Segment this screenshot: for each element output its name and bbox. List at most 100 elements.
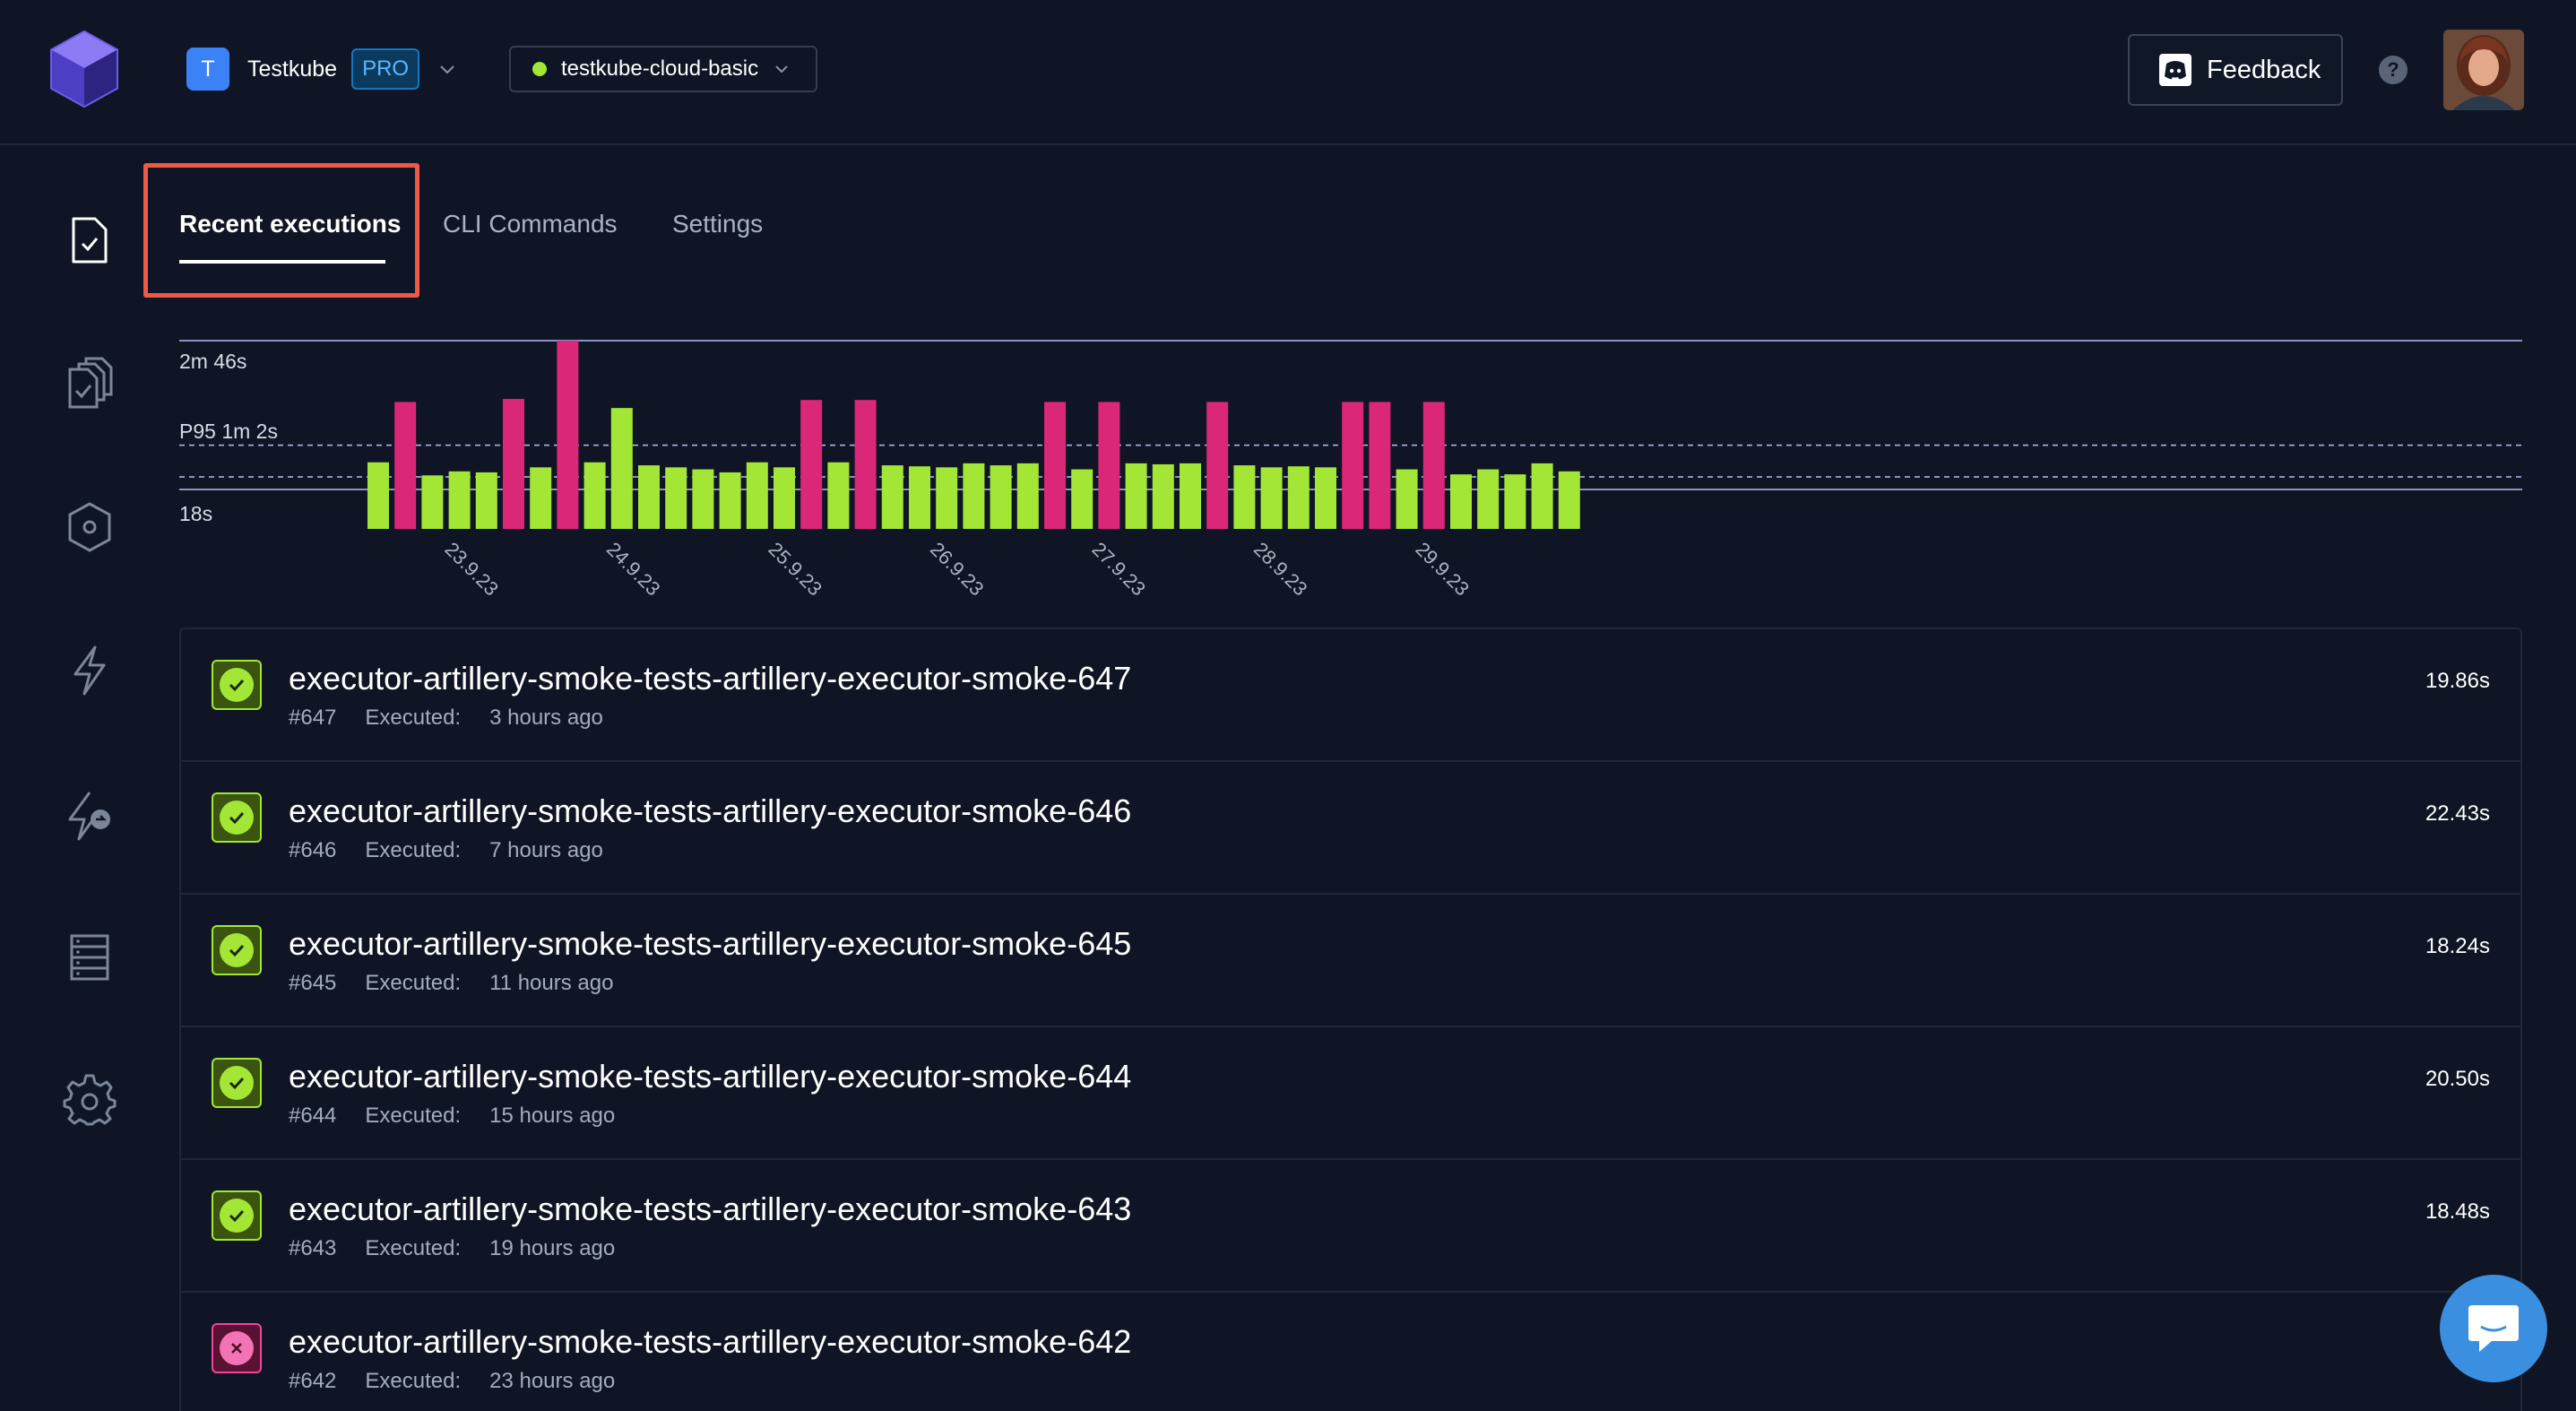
- webhook-lightning-icon[interactable]: [63, 789, 117, 843]
- executed-time: 7 hours ago: [489, 838, 603, 862]
- settings-gear-icon[interactable]: [63, 1074, 117, 1128]
- execution-name[interactable]: executor-artillery-smoke-tests-artillery…: [289, 792, 1131, 830]
- execution-name[interactable]: executor-artillery-smoke-tests-artillery…: [289, 1058, 1131, 1095]
- executed-label: Executed:: [365, 1369, 462, 1393]
- chart-bar-failed[interactable]: [854, 400, 877, 529]
- execution-row[interactable]: executor-artillery-smoke-tests-artillery…: [181, 1293, 2520, 1411]
- status-badge-passed: [212, 925, 262, 975]
- x-tick-label: 23.9.23: [440, 538, 503, 601]
- trigger-lightning-icon[interactable]: [63, 644, 117, 697]
- chart-bar-passed[interactable]: [583, 462, 606, 529]
- feedback-button[interactable]: Feedback: [2128, 34, 2343, 106]
- environment-selector[interactable]: testkube-cloud-basic: [509, 46, 817, 92]
- chart-bar-passed[interactable]: [692, 469, 714, 529]
- status-dot: [220, 801, 254, 835]
- chart-bar-passed[interactable]: [1125, 463, 1147, 529]
- execution-name[interactable]: executor-artillery-smoke-tests-artillery…: [289, 1323, 1131, 1361]
- chart-bar-passed[interactable]: [448, 471, 471, 529]
- discord-icon: [2159, 54, 2191, 86]
- y-label-max: 2m 46s: [179, 350, 247, 373]
- organization-switcher[interactable]: T Testkube PRO: [186, 48, 457, 91]
- executor-shield-icon[interactable]: [63, 500, 117, 554]
- chart-bar-passed[interactable]: [990, 465, 1012, 529]
- chart-bar-passed[interactable]: [1016, 463, 1039, 529]
- chart-bar-passed[interactable]: [774, 467, 795, 529]
- active-tab-underline: [179, 260, 385, 264]
- tab-settings[interactable]: Settings: [672, 210, 763, 238]
- chart-bar-passed[interactable]: [610, 408, 633, 529]
- execution-name[interactable]: executor-artillery-smoke-tests-artillery…: [289, 1190, 1131, 1228]
- execution-row[interactable]: executor-artillery-smoke-tests-artillery…: [181, 1027, 2520, 1160]
- check-icon: [229, 811, 245, 825]
- chart-bar-passed[interactable]: [1396, 469, 1418, 529]
- chart-bar-passed[interactable]: [827, 462, 850, 529]
- chart-bar-passed[interactable]: [746, 462, 768, 529]
- execution-number: #644: [289, 1104, 337, 1128]
- chat-support-button[interactable]: [2440, 1275, 2547, 1382]
- status-dot: [220, 1331, 254, 1365]
- sources-server-icon[interactable]: [63, 931, 117, 984]
- execution-row[interactable]: executor-artillery-smoke-tests-artillery…: [181, 762, 2520, 895]
- testkube-logo-icon[interactable]: [48, 30, 120, 108]
- chart-bar-passed[interactable]: [719, 472, 741, 529]
- execution-row[interactable]: executor-artillery-smoke-tests-artillery…: [181, 629, 2520, 762]
- chart-bar-passed[interactable]: [881, 465, 903, 529]
- test-suites-icon[interactable]: [63, 355, 117, 409]
- chart-bar-passed[interactable]: [909, 466, 930, 529]
- execution-name[interactable]: executor-artillery-smoke-tests-artillery…: [289, 660, 1131, 697]
- chart-bar-passed[interactable]: [1558, 471, 1580, 529]
- chart-bar-passed[interactable]: [963, 463, 985, 529]
- chart-bar-passed[interactable]: [1287, 466, 1310, 529]
- chart-bar-passed[interactable]: [1531, 463, 1553, 529]
- chevron-down-icon: [440, 65, 454, 74]
- chart-bar-passed[interactable]: [1180, 463, 1201, 529]
- chart-bar-passed[interactable]: [1152, 463, 1174, 529]
- executed-label: Executed:: [365, 838, 462, 862]
- execution-row[interactable]: executor-artillery-smoke-tests-artillery…: [181, 1160, 2520, 1293]
- check-icon: [229, 1077, 245, 1090]
- chart-bar-passed[interactable]: [1315, 467, 1336, 529]
- chart-bar-failed[interactable]: [1098, 402, 1120, 529]
- execution-duration: 22.43s: [2425, 801, 2490, 826]
- chart-bar-passed[interactable]: [665, 467, 687, 529]
- chevron-down-icon: [775, 65, 788, 74]
- status-dot: [220, 933, 254, 967]
- chart-bar-passed[interactable]: [421, 475, 444, 529]
- chart-bar-failed[interactable]: [394, 402, 417, 529]
- execution-meta: #645 Executed: 11 hours ago: [289, 971, 613, 996]
- chart-bar-passed[interactable]: [1477, 469, 1500, 529]
- org-name: Testkube: [247, 56, 338, 82]
- user-avatar[interactable]: [2443, 30, 2524, 110]
- chart-bar-failed[interactable]: [1044, 402, 1066, 529]
- chart-bar-passed[interactable]: [475, 472, 497, 529]
- chart-bar-failed[interactable]: [800, 400, 823, 529]
- execution-duration: 18.48s: [2425, 1199, 2490, 1224]
- x-tick-label: 25.9.23: [764, 538, 826, 601]
- chart-bar-failed[interactable]: [1342, 402, 1364, 529]
- chart-bar-failed[interactable]: [557, 341, 579, 529]
- chart-bar-passed[interactable]: [1450, 474, 1472, 529]
- tab-label: Recent executions: [179, 210, 402, 238]
- execution-name[interactable]: executor-artillery-smoke-tests-artillery…: [289, 925, 1131, 963]
- chart-bar-passed[interactable]: [638, 465, 660, 529]
- test-file-icon[interactable]: [63, 213, 117, 267]
- chart-bar-passed[interactable]: [1260, 467, 1283, 529]
- chart-bar-failed[interactable]: [1206, 402, 1229, 529]
- chart-bar-passed[interactable]: [367, 462, 389, 529]
- chart-bar-failed[interactable]: [503, 399, 524, 529]
- tab-cli-commands[interactable]: CLI Commands: [443, 210, 618, 238]
- chart-bar-passed[interactable]: [1233, 465, 1256, 529]
- chart-bar-failed[interactable]: [1369, 402, 1391, 529]
- execution-number: #643: [289, 1236, 337, 1260]
- chart-bar-failed[interactable]: [1422, 402, 1445, 529]
- help-icon[interactable]: ?: [2379, 56, 2407, 84]
- status-badge-passed: [212, 792, 262, 843]
- status-badge-passed: [212, 660, 262, 710]
- chart-bar-passed[interactable]: [936, 467, 958, 529]
- chart-bar-passed[interactable]: [1071, 469, 1094, 529]
- chart-bar-passed[interactable]: [530, 467, 552, 529]
- execution-row[interactable]: executor-artillery-smoke-tests-artillery…: [181, 895, 2520, 1027]
- chart-bar-passed[interactable]: [1504, 474, 1526, 529]
- tab-recent-executions[interactable]: Recent executions: [179, 210, 402, 264]
- status-badge-passed: [212, 1190, 262, 1241]
